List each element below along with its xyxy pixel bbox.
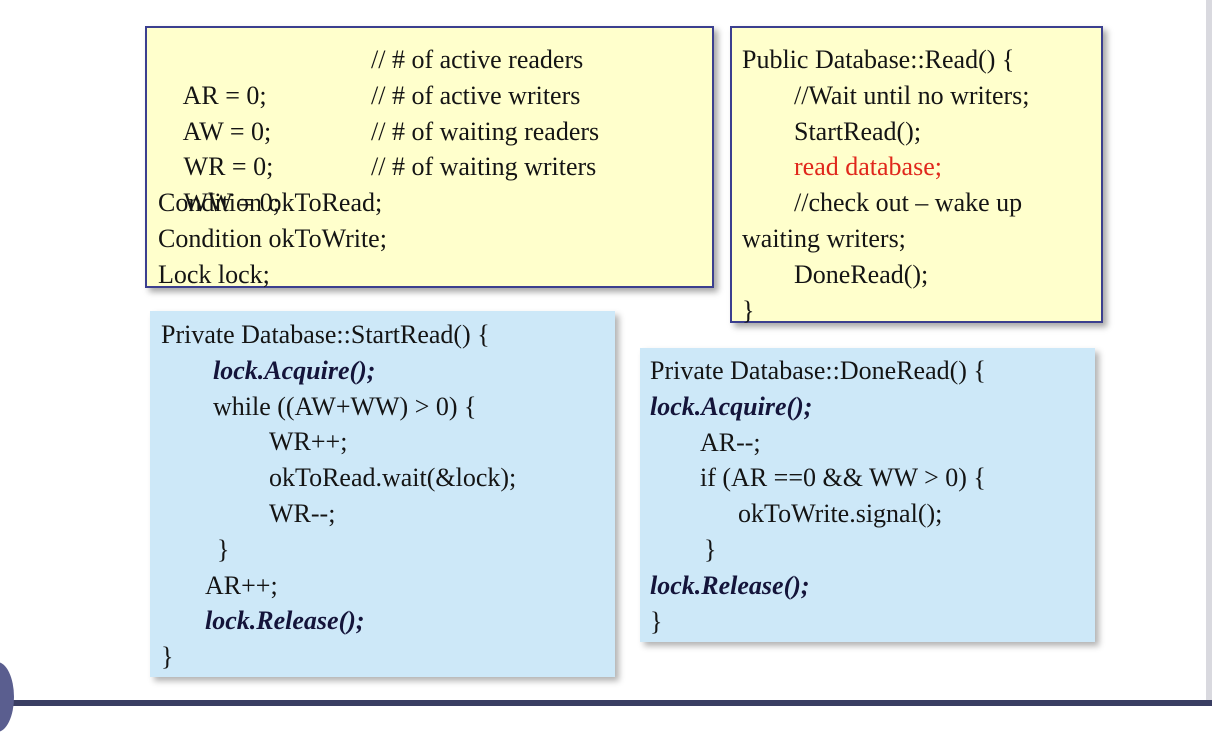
code-line: } — [742, 295, 755, 325]
code-line: WR--; — [269, 498, 336, 528]
code-line: } — [704, 534, 717, 564]
code-line: WR = 0; // # of waiting readers — [158, 114, 712, 182]
code-line: AR = 0; // # of active readers — [158, 42, 712, 110]
code-comment: //Wait until no writers; — [794, 80, 1030, 110]
code-line: while ((AW+WW) > 0) { — [213, 391, 477, 421]
doneread-function-box: Private Database::DoneRead() { lock.Acqu… — [640, 348, 1095, 642]
code-comment: // # of waiting writers — [371, 152, 597, 182]
code-comment: // # of waiting readers — [371, 116, 600, 146]
code-line: Lock lock; — [158, 259, 270, 289]
shared-variables-box: AR = 0; // # of active readers AW = 0; /… — [145, 26, 714, 289]
code-line: lock.Release(); — [650, 570, 810, 600]
code-line: lock.Acquire(); — [650, 391, 813, 421]
code-line: Private Database::DoneRead() { — [650, 356, 986, 385]
code-line: Condition okToWrite; — [158, 223, 387, 253]
startread-function-box: Private Database::StartRead() { lock.Acq… — [150, 311, 615, 677]
code-line: lock.Acquire(); — [213, 355, 376, 385]
code-line: } — [217, 534, 230, 564]
highlighted-code-line: read database; — [794, 152, 942, 182]
slide-edge-right — [1206, 0, 1212, 706]
code-line: if (AR ==0 && WW > 0) { — [700, 463, 986, 493]
read-function-box: Public Database::Read() { //Wait until n… — [730, 26, 1103, 325]
code-comment: //check out – wake up — [794, 188, 1023, 218]
code-line: } — [161, 642, 174, 672]
code-line: StartRead(); — [794, 116, 922, 146]
code-line: WW = 0; // # of waiting writers — [158, 149, 712, 217]
code-line: AR--; — [700, 427, 761, 457]
code-line: WR++; — [269, 427, 348, 457]
slide-corner-decoration — [0, 662, 14, 732]
code-line: lock.Release(); — [205, 606, 365, 636]
code-line: AR++; — [205, 570, 278, 600]
code-line: AW = 0; // # of active writers — [158, 78, 712, 146]
code-line: okToWrite.signal(); — [738, 499, 943, 529]
code-comment: // # of active readers — [371, 45, 584, 74]
slide-edge-bottom — [0, 700, 1212, 706]
code-line: } — [650, 606, 663, 636]
code-line: DoneRead(); — [794, 259, 929, 289]
code-comment: waiting writers; — [742, 223, 906, 253]
code-comment: // # of active writers — [371, 80, 581, 110]
code-line: Private Database::StartRead() { — [161, 320, 490, 349]
code-line: Public Database::Read() { — [742, 45, 1015, 74]
code-line: Condition okToRead; — [158, 188, 383, 218]
code-line: okToRead.wait(&lock); — [269, 463, 517, 493]
